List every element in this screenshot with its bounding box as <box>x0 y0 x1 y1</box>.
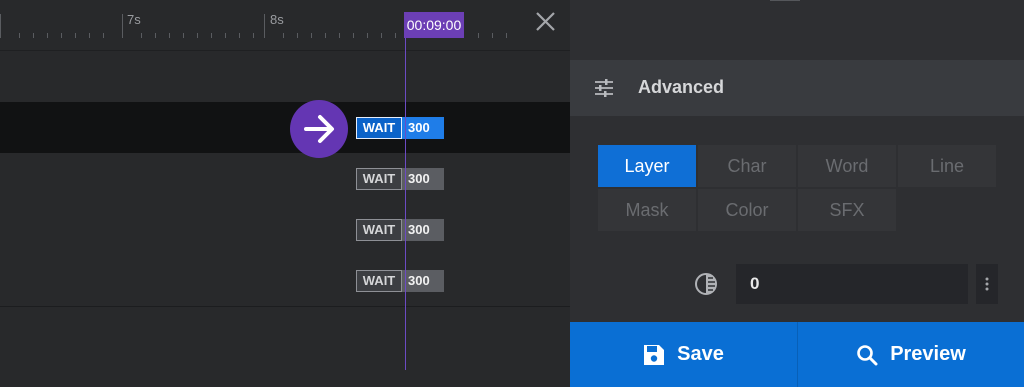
ruler-tick <box>264 14 265 38</box>
tab-color[interactable]: Color <box>698 189 796 231</box>
wait-value: 300 <box>402 117 444 139</box>
ruler-tick <box>325 33 326 38</box>
tab-char[interactable]: Char <box>698 145 796 187</box>
timeline-row[interactable] <box>0 255 570 307</box>
more-vertical-icon <box>985 277 989 291</box>
ruler-tick <box>253 33 254 38</box>
ruler-tick <box>0 14 1 38</box>
ruler-tick <box>283 33 284 38</box>
opacity-input[interactable]: 0 <box>736 264 968 304</box>
ruler-tick <box>122 14 123 38</box>
search-icon <box>857 344 878 365</box>
next-step-button[interactable] <box>290 100 348 158</box>
arrow-right-icon <box>304 115 334 143</box>
ruler-tick <box>478 33 479 38</box>
save-button[interactable]: Save <box>570 322 798 387</box>
timeline-row-empty <box>0 51 570 103</box>
save-label: Save <box>677 343 724 365</box>
ruler-tick <box>89 33 90 38</box>
ruler-tick <box>103 33 104 38</box>
wait-label: WAIT <box>356 270 402 292</box>
ruler-tick <box>211 33 212 38</box>
timeline-row-active[interactable] <box>0 102 570 154</box>
tab-line[interactable]: Line <box>898 145 996 187</box>
preview-button[interactable]: Preview <box>798 322 1024 387</box>
ruler-tick <box>381 33 382 38</box>
ruler-tick <box>353 33 354 38</box>
ruler-tick <box>75 33 76 38</box>
panel-divider <box>770 0 800 1</box>
wait-marker[interactable]: WAIT 300 <box>356 219 444 241</box>
preview-label: Preview <box>890 343 966 365</box>
ruler-tick <box>197 33 198 38</box>
ruler-tick <box>239 33 240 38</box>
timeline-row[interactable] <box>0 153 570 205</box>
opacity-icon <box>695 273 717 295</box>
ruler-tick <box>47 33 48 38</box>
ruler-tick <box>169 33 170 38</box>
wait-value: 300 <box>402 219 444 241</box>
field-options-button[interactable] <box>976 264 998 304</box>
ruler-tick <box>155 33 156 38</box>
tab-word[interactable]: Word <box>798 145 896 187</box>
wait-value: 300 <box>402 168 444 190</box>
wait-label: WAIT <box>356 168 402 190</box>
ruler-label-8s: 8s <box>270 12 284 27</box>
close-icon <box>536 12 555 31</box>
wait-label: WAIT <box>356 117 402 139</box>
ruler-tick <box>339 33 340 38</box>
wait-marker[interactable]: WAIT 300 <box>356 168 444 190</box>
ruler-tick <box>61 33 62 38</box>
wait-label: WAIT <box>356 219 402 241</box>
ruler-tick <box>297 33 298 38</box>
tab-layer[interactable]: Layer <box>598 145 696 187</box>
ruler-tick <box>183 33 184 38</box>
tab-mask[interactable]: Mask <box>598 189 696 231</box>
ruler-tick <box>141 33 142 38</box>
wait-marker[interactable]: WAIT 300 <box>356 270 444 292</box>
ruler-tick <box>33 33 34 38</box>
advanced-section-title: Advanced <box>638 77 725 97</box>
advanced-section-header[interactable]: Advanced <box>570 60 1024 116</box>
settings-panel: Advanced Layer Char Word Line Mask Color… <box>570 0 1024 387</box>
current-time-badge[interactable]: 00:09:00 <box>404 12 464 38</box>
sliders-icon <box>595 79 613 97</box>
close-button[interactable] <box>530 8 560 38</box>
timeline: 7s 8s 00:09:00 WAIT 300 WAIT 300 WAIT 30… <box>0 0 570 387</box>
ruler-tick <box>19 33 20 38</box>
ruler-label-7s: 7s <box>127 12 141 27</box>
timeline-row[interactable] <box>0 204 570 256</box>
ruler-tick <box>395 33 396 38</box>
ruler-tick <box>506 33 507 38</box>
ruler-tick <box>225 33 226 38</box>
wait-marker[interactable]: WAIT 300 <box>356 117 444 139</box>
save-icon <box>644 344 665 365</box>
ruler-tick <box>311 33 312 38</box>
ruler-tick <box>492 33 493 38</box>
time-ruler[interactable]: 7s 8s 00:09:00 <box>0 0 570 51</box>
wait-value: 300 <box>402 270 444 292</box>
tab-sfx[interactable]: SFX <box>798 189 896 231</box>
ruler-tick <box>367 33 368 38</box>
playhead-line[interactable] <box>405 38 406 370</box>
